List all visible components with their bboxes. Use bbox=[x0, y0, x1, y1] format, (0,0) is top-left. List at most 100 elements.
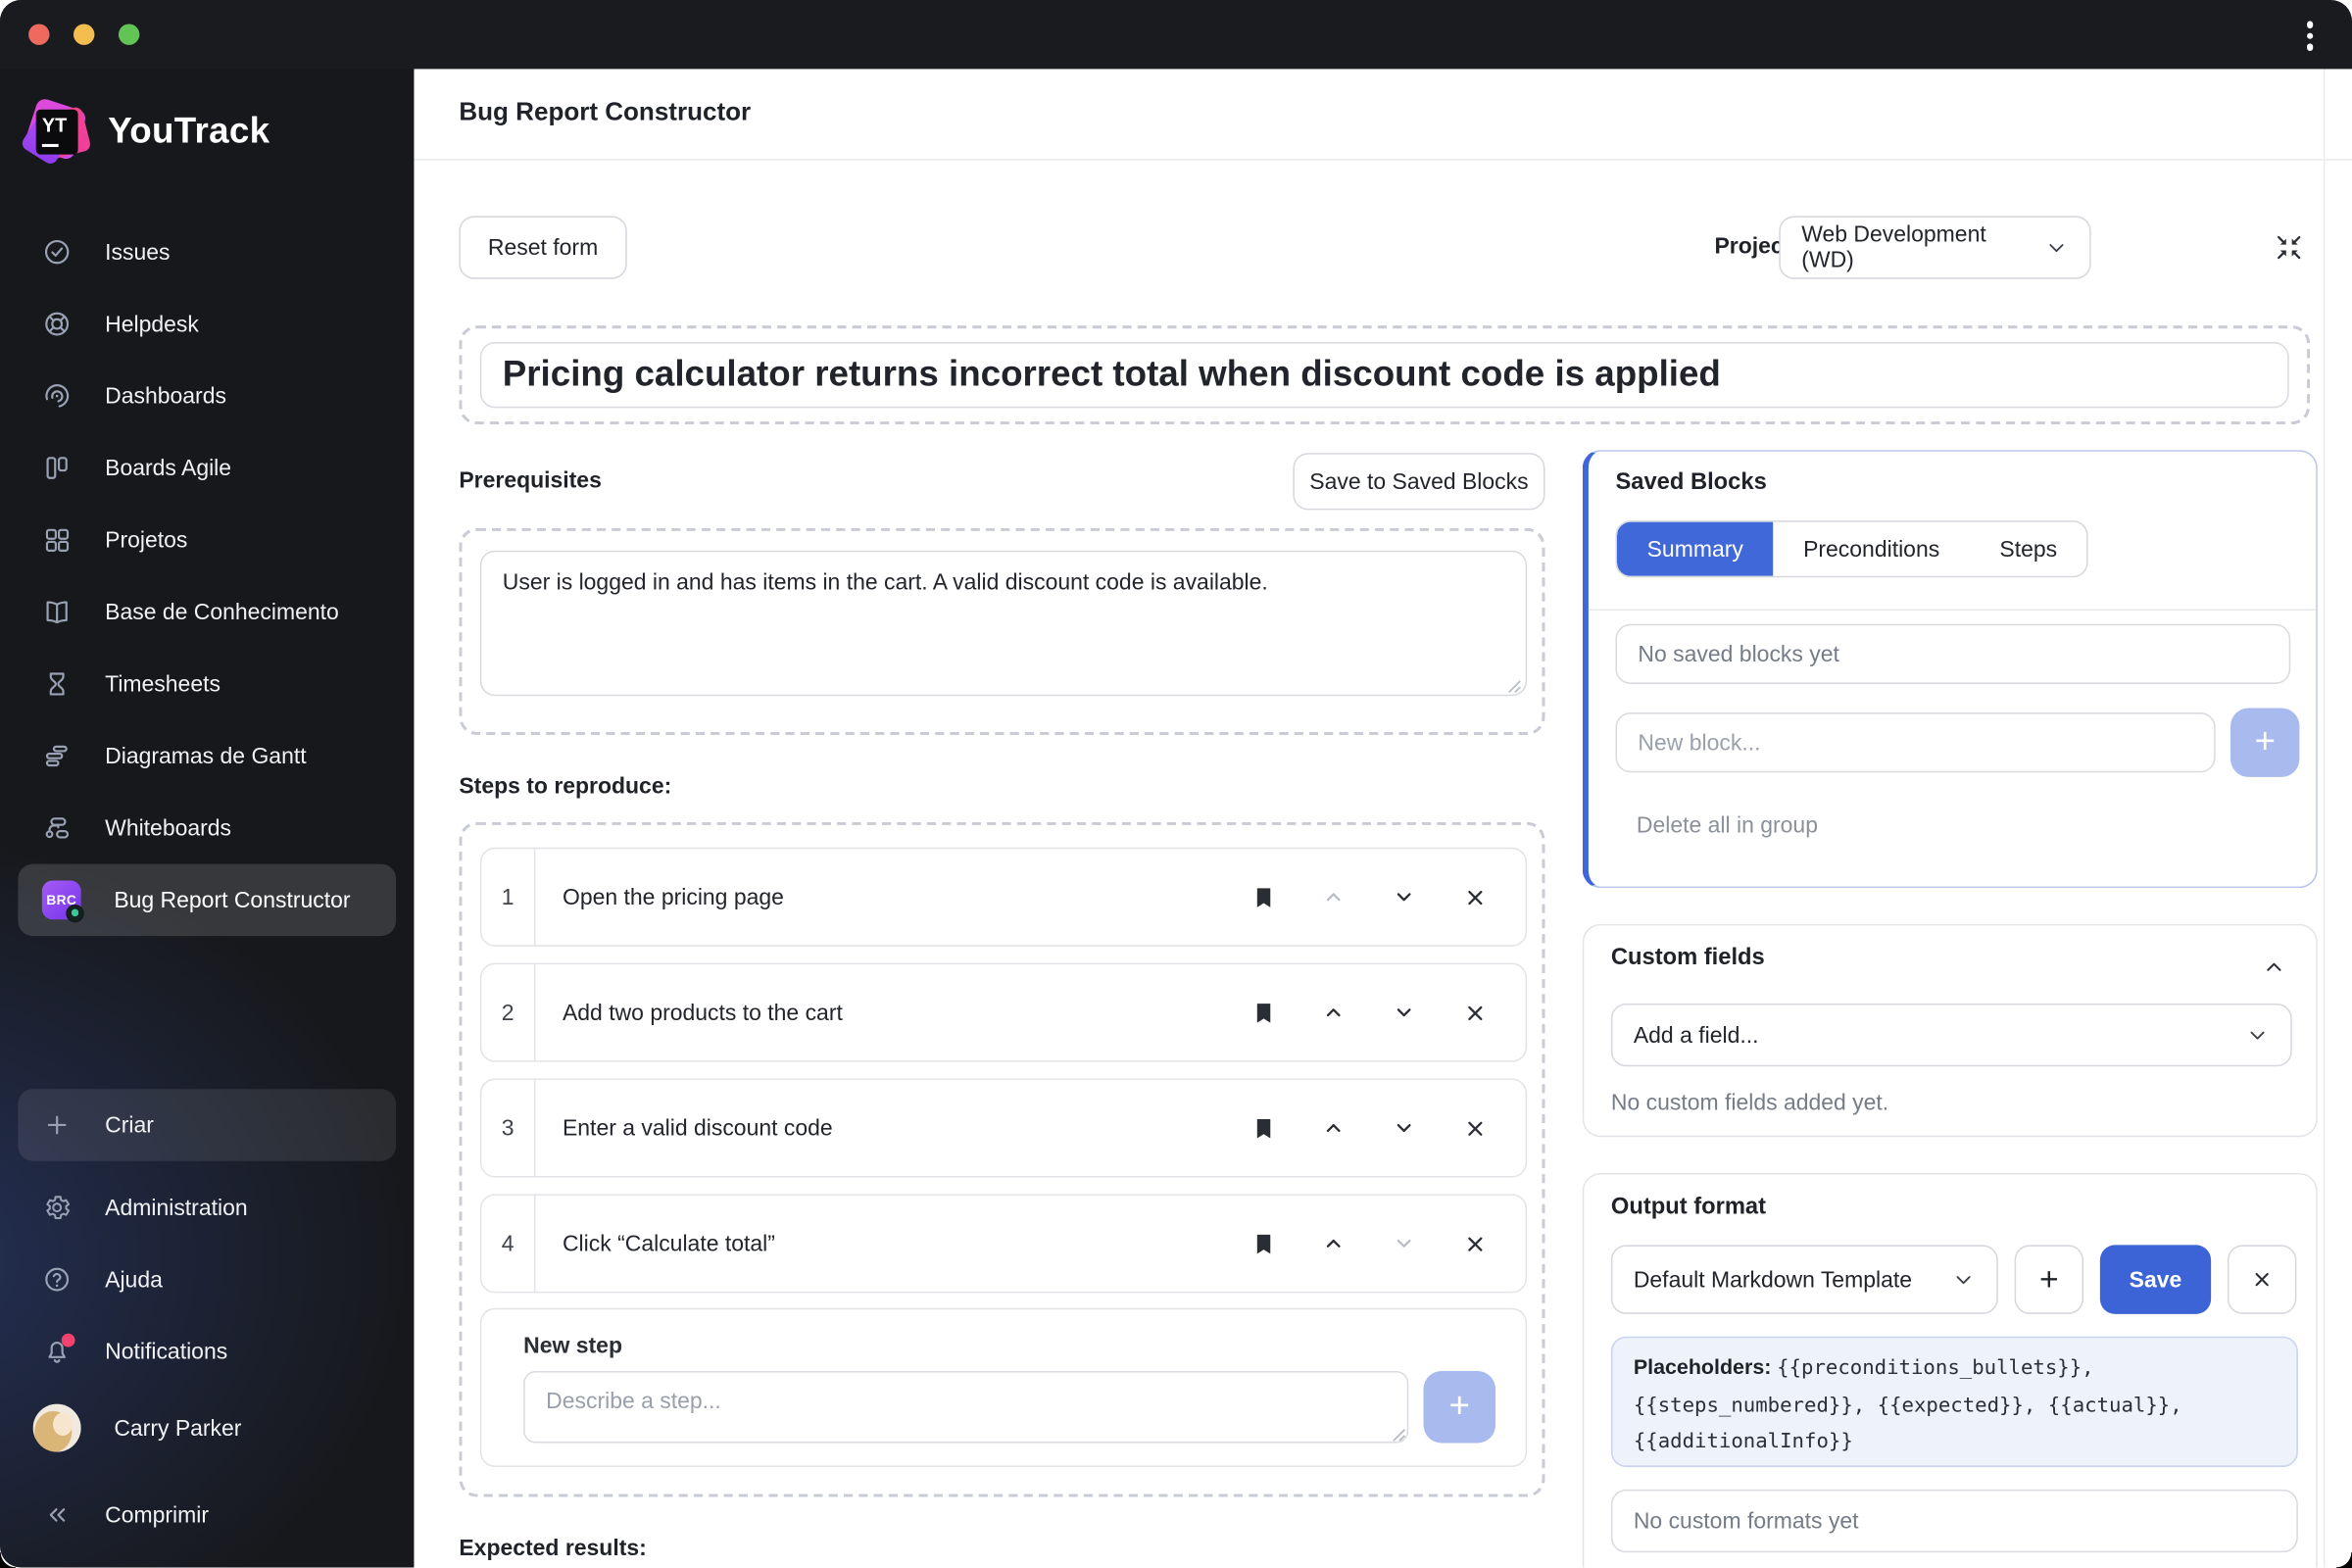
steps-dropzone: 1 Open the pricing page 2 Add two produc… bbox=[459, 821, 1545, 1497]
step-text[interactable]: Enter a valid discount code bbox=[535, 1080, 1248, 1176]
issue-title-input[interactable] bbox=[479, 341, 2289, 409]
sidebar-item-ajuda[interactable]: Ajuda bbox=[0, 1244, 414, 1315]
sidebar-item-timesheets[interactable]: Timesheets bbox=[0, 648, 414, 719]
move-up-icon[interactable] bbox=[1318, 1113, 1348, 1144]
new-step-textarea[interactable] bbox=[523, 1370, 1409, 1444]
book-icon bbox=[42, 597, 73, 627]
add-field-select[interactable]: Add a field... bbox=[1610, 1003, 2292, 1067]
chevrons-left-icon bbox=[42, 1500, 73, 1531]
sidebar-item-whiteboards[interactable]: Whiteboards bbox=[0, 792, 414, 863]
close-window-button[interactable] bbox=[28, 24, 50, 45]
sidebar-item-comprimir[interactable]: Comprimir bbox=[0, 1479, 414, 1550]
bookmark-icon[interactable] bbox=[1248, 1113, 1278, 1144]
lifebuoy-icon bbox=[42, 309, 73, 339]
steps-label: Steps to reproduce: bbox=[459, 773, 672, 800]
sidebar-item-bug-report-constructor[interactable]: BRC Bug Report Constructor bbox=[18, 863, 397, 937]
new-block-input[interactable] bbox=[1615, 712, 2216, 773]
saved-blocks-title: Saved Blocks bbox=[1615, 469, 1767, 496]
scroll-gutter bbox=[2323, 69, 2326, 1568]
close-format-icon[interactable] bbox=[2227, 1245, 2297, 1314]
new-step-label: New step bbox=[523, 1333, 622, 1359]
delete-step-icon[interactable] bbox=[1459, 1113, 1490, 1144]
window-titlebar bbox=[0, 0, 2352, 70]
save-to-saved-blocks-button[interactable]: Save to Saved Blocks bbox=[1293, 453, 1545, 511]
sidebar-item-user[interactable]: Carry Parker bbox=[0, 1392, 414, 1463]
delete-step-icon[interactable] bbox=[1459, 882, 1490, 912]
prerequisites-dropzone: User is logged in and has items in the c… bbox=[459, 527, 1545, 735]
main-content: Bug Report Constructor Reset form Projec… bbox=[414, 69, 2352, 1568]
add-step-button[interactable]: + bbox=[1423, 1370, 1496, 1444]
move-down-icon[interactable] bbox=[1389, 1113, 1419, 1144]
chevron-down-icon bbox=[2245, 1023, 2269, 1047]
check-circle-icon bbox=[42, 237, 73, 268]
step-text[interactable]: Open the pricing page bbox=[535, 849, 1248, 945]
delete-step-icon[interactable] bbox=[1459, 1229, 1490, 1259]
divider bbox=[1588, 609, 2317, 611]
plus-icon bbox=[42, 1110, 73, 1141]
step-row: 2 Add two products to the cart bbox=[479, 962, 1528, 1062]
window-corner bbox=[2336, 1552, 2352, 1568]
move-down-icon[interactable] bbox=[1389, 998, 1419, 1028]
tab-preconditions[interactable]: Preconditions bbox=[1773, 522, 1969, 576]
sidebar-item-base-de-conhecimento[interactable]: Base de Conhecimento bbox=[0, 576, 414, 648]
move-up-icon[interactable] bbox=[1318, 998, 1348, 1028]
step-text[interactable]: Add two products to the cart bbox=[535, 964, 1248, 1060]
sidebar-item-projetos[interactable]: Projetos bbox=[0, 504, 414, 575]
delete-step-icon[interactable] bbox=[1459, 998, 1490, 1028]
collapse-panel-icon[interactable] bbox=[2273, 231, 2306, 265]
custom-fields-empty: No custom fields added yet. bbox=[1610, 1090, 1889, 1116]
placeholders-info-box: Placeholders: {{preconditions_bullets}},… bbox=[1610, 1336, 2298, 1467]
reset-form-button[interactable]: Reset form bbox=[459, 216, 627, 279]
tab-steps[interactable]: Steps bbox=[1970, 522, 2087, 576]
step-row: 1 Open the pricing page bbox=[479, 847, 1528, 947]
bookmark-icon[interactable] bbox=[1248, 1229, 1278, 1259]
brand: YT YouTrack bbox=[20, 96, 270, 168]
minimize-window-button[interactable] bbox=[73, 24, 95, 45]
saved-blocks-tabs: Summary Preconditions Steps bbox=[1615, 520, 2089, 578]
bookmark-icon[interactable] bbox=[1248, 882, 1278, 912]
step-number: 2 bbox=[481, 964, 536, 1061]
issue-title-dropzone bbox=[459, 325, 2311, 425]
bell-icon bbox=[42, 1333, 75, 1367]
sidebar-item-issues[interactable]: Issues bbox=[0, 216, 414, 287]
help-circle-icon bbox=[42, 1264, 73, 1295]
step-number: 1 bbox=[481, 849, 536, 946]
bookmark-icon[interactable] bbox=[1248, 998, 1278, 1028]
sidebar-item-administration[interactable]: Administration bbox=[0, 1171, 414, 1243]
move-up-icon[interactable] bbox=[1318, 1229, 1348, 1259]
prerequisites-label: Prerequisites bbox=[459, 467, 602, 494]
output-format-select[interactable]: Default Markdown Template bbox=[1610, 1245, 1998, 1314]
move-up-icon[interactable] bbox=[1318, 882, 1348, 912]
tab-summary[interactable]: Summary bbox=[1617, 521, 1774, 576]
move-down-icon[interactable] bbox=[1389, 882, 1419, 912]
add-block-button[interactable]: + bbox=[2230, 708, 2300, 777]
step-number: 3 bbox=[481, 1080, 536, 1176]
brand-name: YouTrack bbox=[108, 111, 270, 152]
nodes-icon bbox=[42, 813, 73, 844]
sidebar: YT YouTrack Issues Helpdesk Dashboards B… bbox=[0, 0, 415, 1568]
delete-all-in-group-link[interactable]: Delete all in group bbox=[1637, 813, 1818, 839]
prerequisites-textarea[interactable]: User is logged in and has items in the c… bbox=[479, 550, 1528, 697]
sidebar-item-diagramas-de-gantt[interactable]: Diagramas de Gantt bbox=[0, 720, 414, 792]
output-format-panel: Output format Default Markdown Template … bbox=[1582, 1172, 2318, 1568]
project-select[interactable]: Web Development (WD) bbox=[1779, 216, 2091, 279]
board-columns-icon bbox=[42, 453, 73, 483]
sidebar-item-criar[interactable]: Criar bbox=[18, 1089, 397, 1161]
saved-blocks-empty: No saved blocks yet bbox=[1615, 623, 2291, 684]
sidebar-item-boards-agile[interactable]: Boards Agile bbox=[0, 432, 414, 504]
zoom-window-button[interactable] bbox=[118, 24, 140, 45]
avatar bbox=[32, 1403, 81, 1452]
move-down-icon[interactable] bbox=[1389, 1229, 1419, 1259]
add-format-button[interactable]: + bbox=[2014, 1245, 2084, 1314]
hourglass-icon bbox=[42, 669, 73, 700]
chevron-down-icon bbox=[2044, 235, 2068, 259]
sidebar-item-notifications[interactable]: Notifications bbox=[0, 1315, 414, 1387]
gauge-icon bbox=[42, 381, 73, 412]
collapse-section-icon[interactable] bbox=[2262, 956, 2285, 979]
kebab-menu-icon[interactable] bbox=[2298, 18, 2322, 54]
save-format-button[interactable]: Save bbox=[2099, 1245, 2212, 1314]
sidebar-item-dashboards[interactable]: Dashboards bbox=[0, 360, 414, 431]
grid-icon bbox=[42, 525, 73, 556]
step-text[interactable]: Click “Calculate total” bbox=[535, 1196, 1248, 1292]
sidebar-item-helpdesk[interactable]: Helpdesk bbox=[0, 288, 414, 360]
